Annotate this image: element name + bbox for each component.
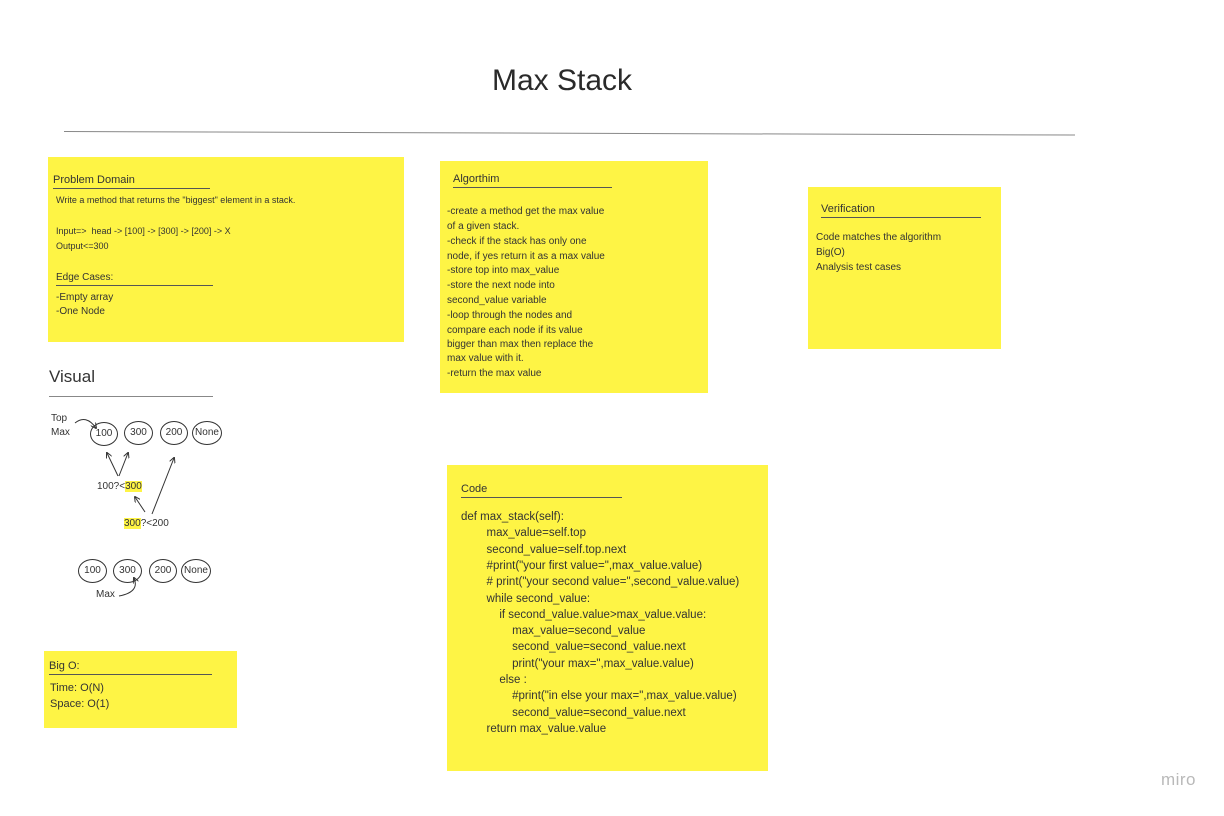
max-pointer-arrow [118, 578, 135, 597]
code-line: second_value=second_value.next [461, 707, 686, 719]
code-line: else : [461, 674, 527, 686]
code-line: second_value=self.top.next [461, 544, 627, 556]
miro-watermark: miro [1160, 770, 1196, 789]
top-pointer-arrow [74, 418, 96, 428]
compare-arrow-right [118, 453, 128, 477]
code-line: max_value=second_value [461, 625, 646, 637]
code-line: max_value=self.top [461, 527, 586, 539]
big-o-note[interactable]: Big O: Time: O(N) Space: O(1) [44, 651, 237, 728]
code-line: #print("in else your max=",max_value.val… [461, 690, 737, 702]
code-line: return max_value.value [461, 723, 607, 735]
code-line: # print("your second value=",second_valu… [461, 576, 740, 588]
code-line: second_value=second_value.next [461, 641, 686, 653]
code-line: def max_stack(self): [461, 511, 564, 523]
code-line: #print("your first value=",max_value.val… [461, 560, 703, 572]
big-o-space: Space: O(1) [50, 698, 110, 710]
code-line: while second_value: [461, 593, 591, 605]
code-line: print("your max=",max_value.value) [461, 658, 694, 670]
code-line: if second_value.value>max_value.value: [461, 609, 707, 621]
big-o-time: Time: O(N) [50, 682, 104, 694]
compare-arrow-up [135, 497, 146, 513]
code-note[interactable]: Code def max_stack(self): max_value=self… [447, 465, 768, 771]
compare-arrow-long [151, 458, 174, 515]
big-o-heading: Big O: [49, 660, 212, 675]
compare-arrow-left [107, 453, 119, 477]
code-heading: Code [461, 483, 622, 498]
